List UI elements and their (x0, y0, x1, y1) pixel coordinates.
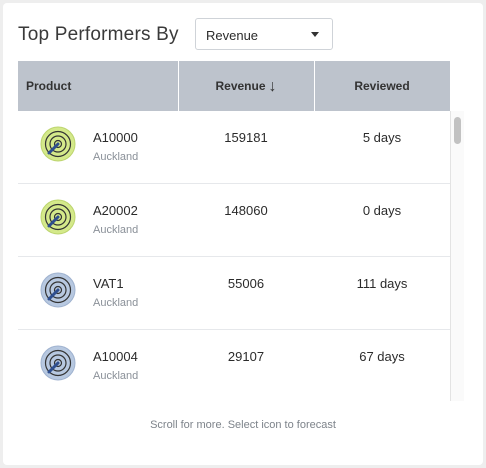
reviewed-value: 111 days (356, 276, 408, 291)
product-name: A10004 (93, 349, 138, 364)
revenue-value: 148060 (224, 203, 268, 218)
reviewed-value: 5 days (362, 130, 402, 145)
scrollbar-thumb[interactable] (454, 117, 461, 144)
metric-select[interactable]: Revenue (195, 18, 333, 50)
product-location: Auckland (93, 297, 139, 309)
sort-descending-icon: ↓ (268, 78, 277, 95)
top-performers-card: Top Performers By Revenue Product Revenu… (3, 3, 483, 465)
product-location: Auckland (93, 151, 139, 163)
radar-icon[interactable] (40, 272, 76, 308)
scrollbar[interactable] (450, 111, 464, 401)
revenue-value: 159181 (224, 130, 268, 145)
column-header-product[interactable]: Product (26, 61, 71, 111)
footer-hint: Scroll for more. Select icon to forecast (150, 419, 336, 431)
metric-select-value: Revenue (206, 28, 259, 43)
column-header-reviewed[interactable]: Reviewed (314, 61, 450, 111)
column-header-revenue[interactable]: Revenue ↓ (178, 61, 314, 111)
chevron-down-icon (311, 32, 319, 37)
table-header: Product Revenue ↓ Reviewed (18, 61, 450, 111)
product-name: A10000 (93, 130, 138, 145)
radar-icon[interactable] (40, 199, 76, 235)
product-name: VAT1 (93, 276, 124, 291)
table-row: VAT1 Auckland 55006 111 days (18, 257, 450, 330)
product-location: Auckland (93, 370, 139, 382)
table-body: A10000 Auckland 159181 5 days A20002 Auc… (18, 111, 450, 401)
widget-title: Top Performers By (18, 24, 179, 45)
table-row: A10004 Auckland 29107 67 days (18, 330, 450, 401)
table-row: A10000 Auckland 159181 5 days (18, 111, 450, 184)
reviewed-value: 67 days (359, 349, 405, 364)
column-header-revenue-label: Revenue (215, 79, 266, 93)
product-location: Auckland (93, 224, 139, 236)
reviewed-value: 0 days (362, 203, 402, 218)
revenue-value: 55006 (227, 276, 265, 291)
product-name: A20002 (93, 203, 138, 218)
revenue-value: 29107 (227, 349, 265, 364)
radar-icon[interactable] (40, 345, 76, 381)
radar-icon[interactable] (40, 126, 76, 162)
table-row: A20002 Auckland 148060 0 days (18, 184, 450, 257)
